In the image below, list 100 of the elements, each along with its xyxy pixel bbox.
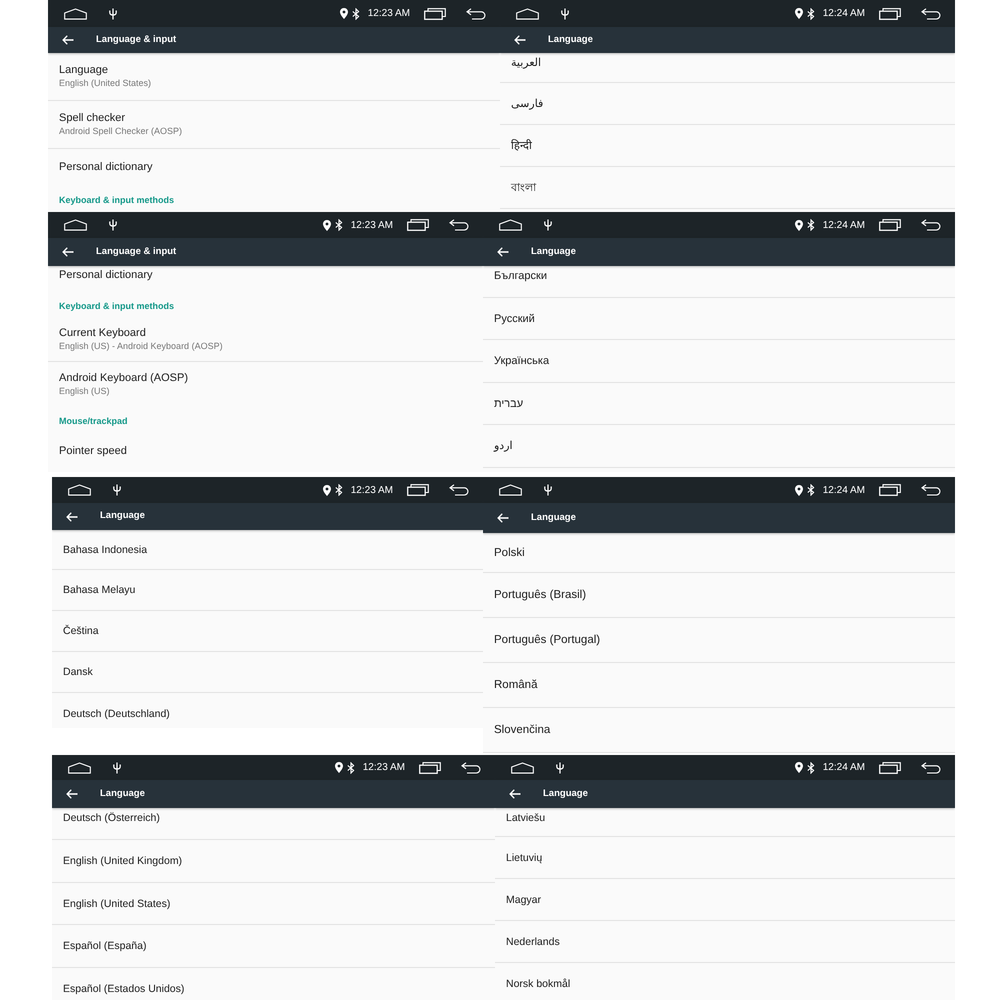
back-icon[interactable] bbox=[921, 484, 941, 496]
home-icon[interactable] bbox=[499, 484, 522, 496]
language-option[interactable]: العربية bbox=[511, 56, 542, 70]
status-time: 12:23 AM bbox=[368, 7, 410, 21]
home-icon[interactable] bbox=[499, 219, 522, 231]
home-icon[interactable] bbox=[68, 484, 91, 496]
location-icon bbox=[794, 484, 803, 496]
toolbar-title: Language bbox=[548, 32, 593, 47]
language-option[interactable]: Deutsch (Österreich) bbox=[63, 811, 160, 825]
bluetooth-icon bbox=[806, 8, 815, 20]
recents-icon[interactable] bbox=[424, 8, 446, 20]
recents-icon[interactable] bbox=[879, 219, 901, 231]
back-arrow-icon[interactable] bbox=[66, 512, 78, 522]
setting-title[interactable]: Current Keyboard bbox=[59, 327, 223, 340]
language-option[interactable]: Lietuvių bbox=[506, 850, 542, 864]
location-icon bbox=[794, 220, 803, 230]
back-icon[interactable] bbox=[449, 219, 469, 231]
home-icon[interactable] bbox=[68, 762, 91, 774]
setting-title[interactable]: Language bbox=[59, 64, 152, 77]
language-option[interactable]: Magyar bbox=[506, 892, 542, 906]
section-header: Mouse/trackpad bbox=[59, 414, 128, 428]
language-option[interactable]: Български bbox=[494, 269, 547, 283]
language-option[interactable]: Nederlands bbox=[506, 934, 560, 948]
bluetooth-icon bbox=[806, 762, 815, 774]
language-option[interactable]: اردو bbox=[494, 439, 513, 453]
back-arrow-icon[interactable] bbox=[62, 247, 74, 257]
language-option[interactable]: Dansk bbox=[63, 665, 93, 679]
language-option[interactable]: Português (Portugal) bbox=[494, 633, 600, 647]
home-icon[interactable] bbox=[64, 8, 87, 20]
language-option[interactable]: English (United Kingdom) bbox=[63, 854, 182, 868]
back-icon[interactable] bbox=[461, 762, 481, 774]
toolbar-title: Language bbox=[531, 510, 576, 525]
toolbar-title: Language bbox=[100, 786, 145, 801]
status-time: 12:23 AM bbox=[362, 761, 405, 775]
toolbar-title: Language bbox=[531, 244, 576, 259]
language-option[interactable]: Deutsch (Deutschland) bbox=[63, 706, 170, 720]
language-option[interactable]: English (United States) bbox=[63, 896, 170, 910]
recents-icon[interactable] bbox=[879, 8, 901, 20]
back-arrow-icon[interactable] bbox=[509, 789, 521, 799]
language-option[interactable]: हिन्दी bbox=[511, 138, 532, 152]
toolbar-title: Language bbox=[100, 509, 145, 524]
back-arrow-icon[interactable] bbox=[514, 35, 526, 45]
language-option[interactable]: Bahasa Indonesia bbox=[63, 542, 148, 556]
back-arrow-icon[interactable] bbox=[66, 789, 78, 799]
language-option[interactable]: Bahasa Melayu bbox=[63, 583, 136, 597]
language-option[interactable]: Latviešu bbox=[506, 811, 546, 825]
toolbar-title: Language bbox=[543, 786, 588, 801]
language-option[interactable]: Українська bbox=[494, 354, 550, 368]
setting-summary: English (US) bbox=[59, 384, 111, 396]
back-icon[interactable] bbox=[921, 219, 941, 231]
home-icon[interactable] bbox=[64, 219, 87, 231]
recents-icon[interactable] bbox=[407, 484, 429, 496]
recents-icon[interactable] bbox=[407, 219, 429, 231]
back-arrow-icon[interactable] bbox=[497, 247, 509, 257]
back-arrow-icon[interactable] bbox=[497, 513, 509, 523]
language-option[interactable]: Čeština bbox=[63, 624, 99, 638]
status-time: 12:23 AM bbox=[350, 484, 393, 498]
usb-icon bbox=[113, 762, 121, 774]
status-time: 12:23 AM bbox=[350, 218, 393, 232]
language-option[interactable]: Español (Estados Unidos) bbox=[63, 982, 184, 996]
language-option[interactable]: Español (España) bbox=[63, 939, 146, 953]
language-option[interactable]: বাংলা bbox=[511, 180, 536, 194]
setting-title[interactable]: Pointer speed bbox=[59, 445, 127, 458]
back-icon[interactable] bbox=[921, 762, 941, 774]
recents-icon[interactable] bbox=[419, 762, 441, 774]
language-option[interactable]: עברית bbox=[494, 396, 524, 410]
bluetooth-icon bbox=[334, 484, 343, 496]
bluetooth-icon bbox=[334, 219, 343, 231]
language-option[interactable]: Русский bbox=[494, 312, 535, 326]
language-option[interactable]: Português (Brasil) bbox=[494, 588, 586, 602]
usb-icon bbox=[113, 484, 121, 496]
status-time: 12:24 AM bbox=[822, 7, 865, 21]
language-option[interactable]: Română bbox=[494, 678, 538, 692]
setting-title[interactable]: Spell checker bbox=[59, 112, 182, 125]
usb-icon bbox=[556, 762, 564, 774]
home-icon[interactable] bbox=[511, 762, 534, 774]
language-option[interactable]: Slovenčina bbox=[494, 723, 550, 737]
location-icon bbox=[322, 484, 331, 496]
home-icon[interactable] bbox=[516, 8, 539, 20]
bluetooth-icon bbox=[346, 762, 355, 774]
status-time: 12:24 AM bbox=[822, 484, 865, 498]
setting-title[interactable]: Personal dictionary bbox=[59, 269, 153, 282]
section-header: Keyboard & input methods bbox=[59, 300, 174, 313]
language-option[interactable]: Norsk bokmål bbox=[506, 976, 570, 990]
usb-icon bbox=[561, 8, 569, 20]
language-option[interactable]: فارسی bbox=[511, 96, 544, 110]
section-header: Keyboard & input methods bbox=[59, 194, 174, 207]
recents-icon[interactable] bbox=[879, 762, 901, 774]
bluetooth-icon bbox=[806, 219, 815, 231]
setting-summary: Android Spell Checker (AOSP) bbox=[59, 125, 182, 137]
language-option[interactable]: Polski bbox=[494, 546, 525, 560]
setting-title[interactable]: Android Keyboard (AOSP) bbox=[59, 372, 188, 384]
location-icon bbox=[340, 8, 348, 19]
usb-icon bbox=[109, 219, 117, 231]
recents-icon[interactable] bbox=[879, 484, 901, 496]
setting-title[interactable]: Personal dictionary bbox=[59, 161, 153, 174]
back-icon[interactable] bbox=[921, 8, 941, 20]
back-arrow-icon[interactable] bbox=[62, 35, 74, 45]
back-icon[interactable] bbox=[466, 8, 486, 20]
back-icon[interactable] bbox=[449, 484, 469, 496]
